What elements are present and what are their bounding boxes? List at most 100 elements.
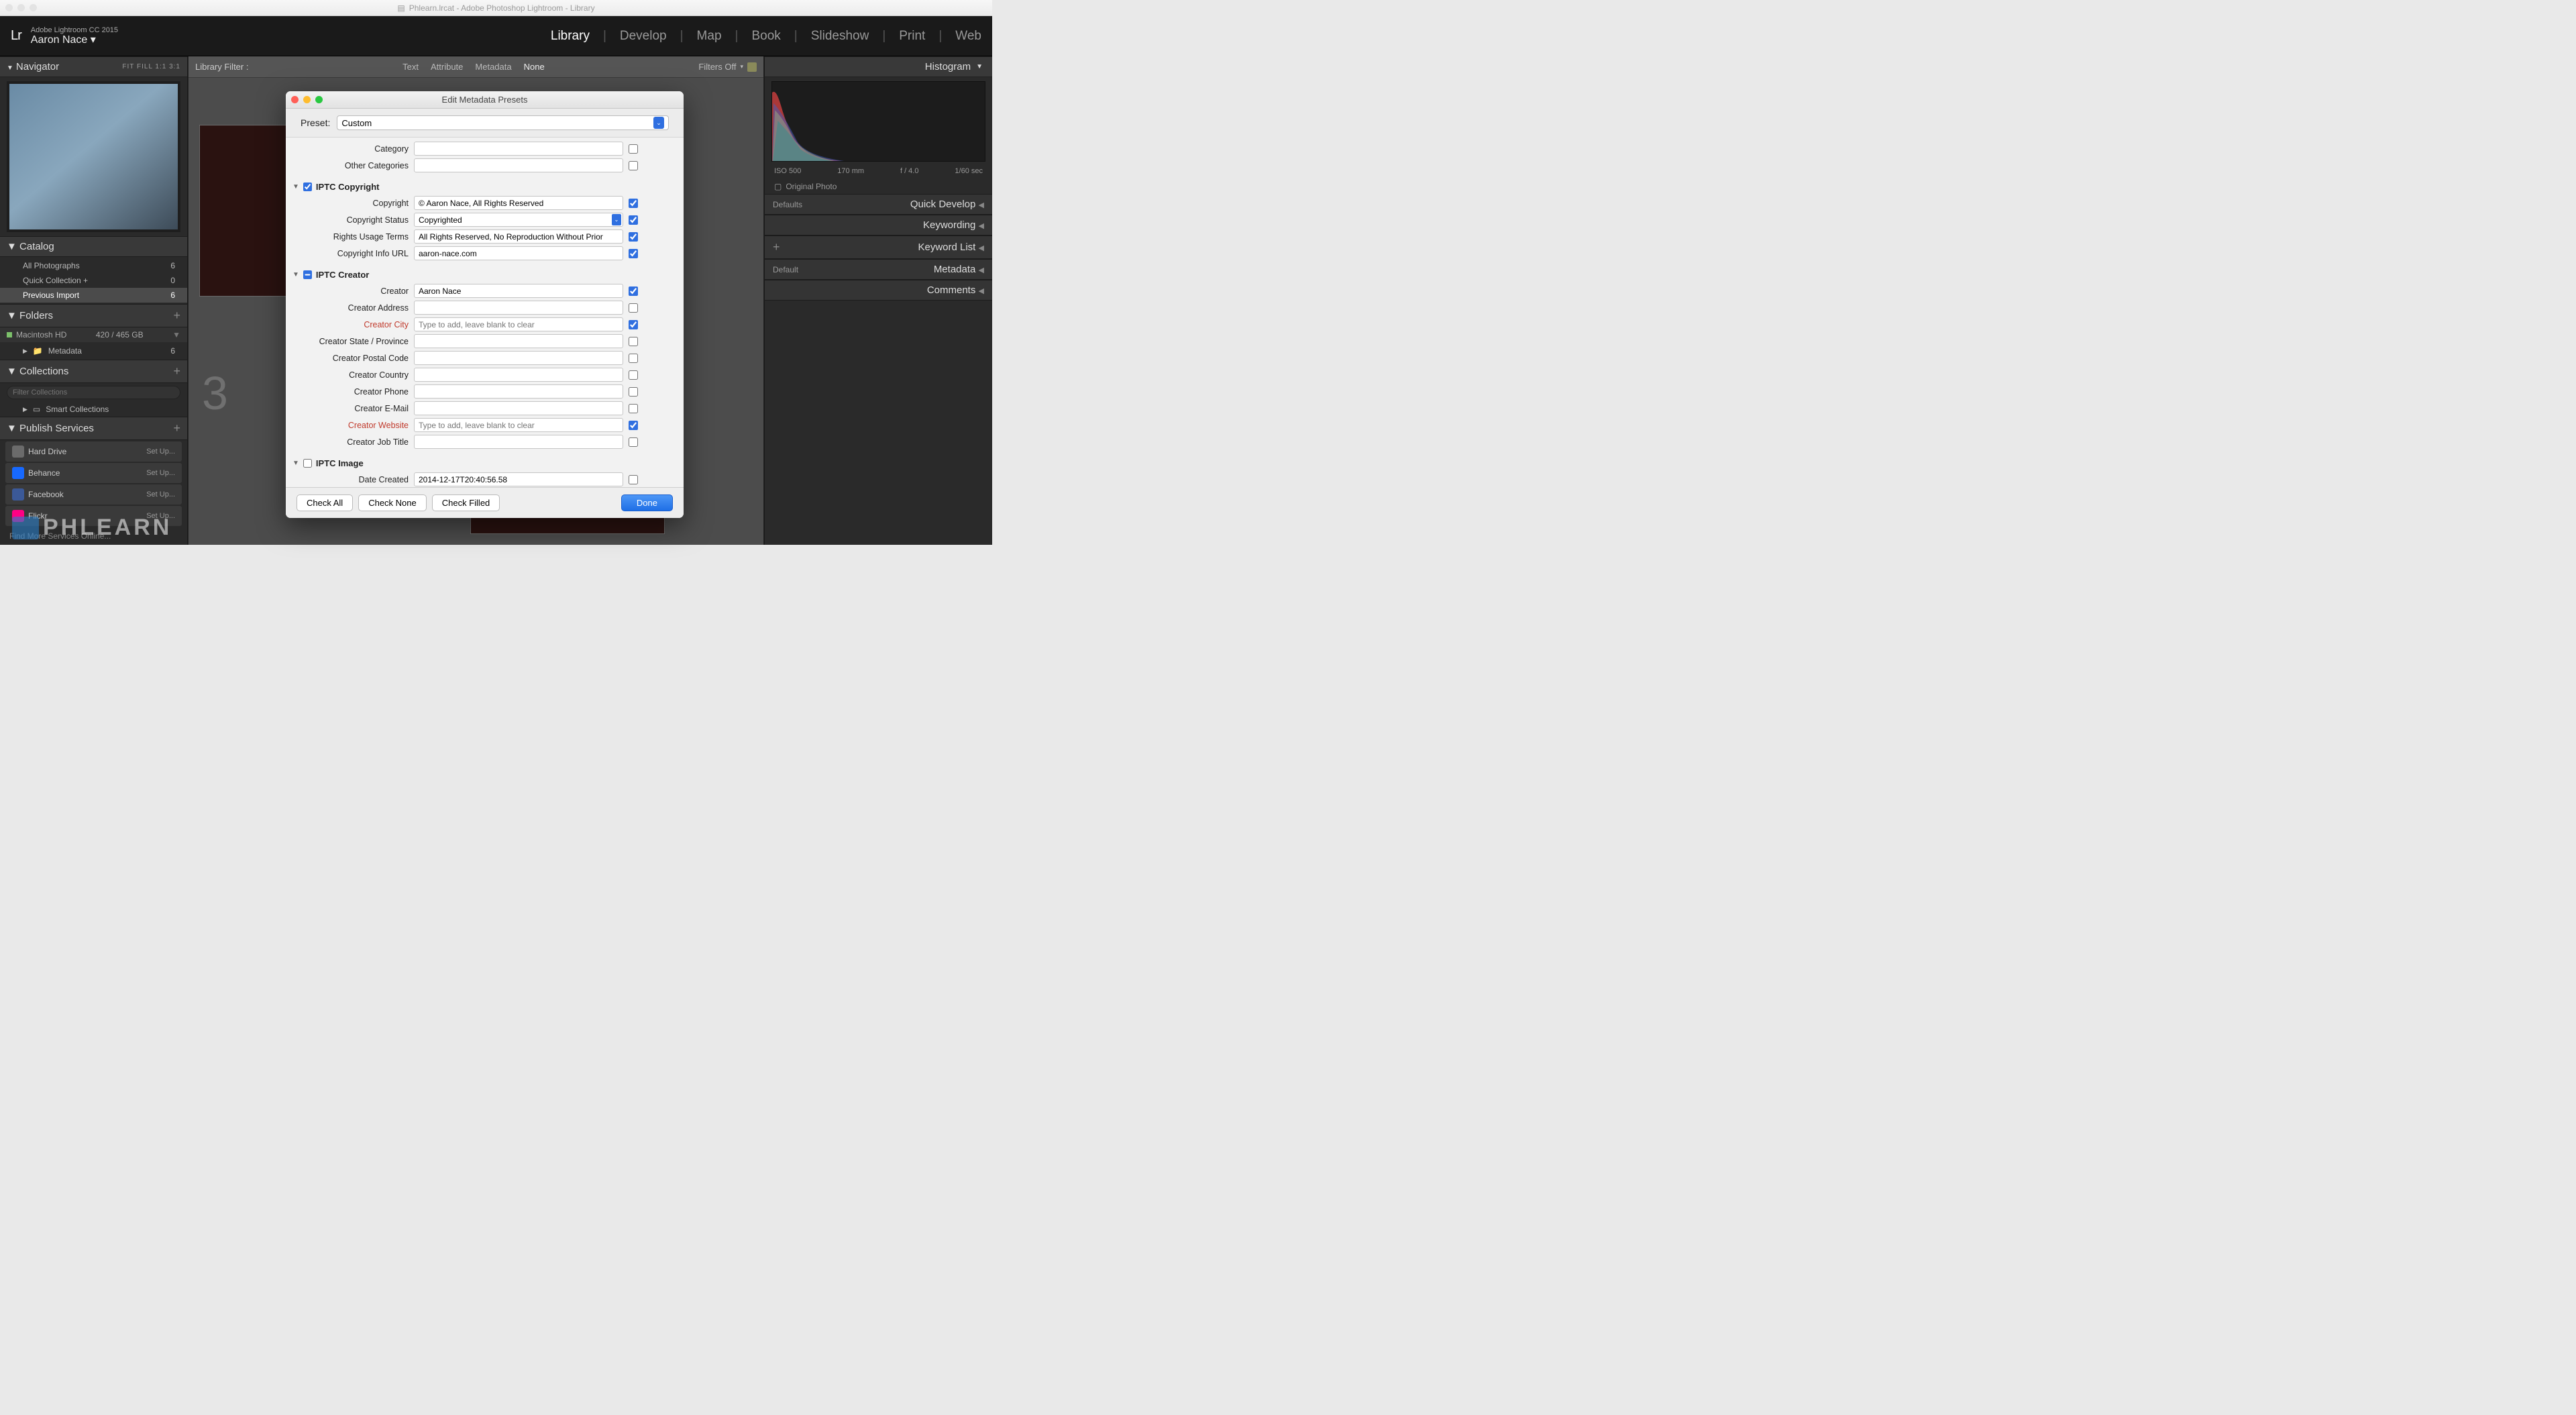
catalog-header[interactable]: ▼ Catalog: [0, 236, 187, 257]
field-input[interactable]: [414, 435, 623, 449]
folder-item[interactable]: ▶📁Metadata6: [0, 344, 187, 358]
field-include-checkbox[interactable]: [629, 421, 638, 430]
module-tab-map[interactable]: Map: [697, 29, 722, 44]
filter-option-none[interactable]: None: [524, 62, 545, 72]
qd-defaults-dropdown[interactable]: Defaults: [773, 200, 802, 209]
module-tab-web[interactable]: Web: [955, 29, 981, 44]
field-select[interactable]: Copyrighted⌄: [414, 213, 623, 227]
field-input[interactable]: [414, 229, 623, 244]
quick-develop-header[interactable]: Defaults Quick Develop ◀: [765, 194, 992, 215]
check-filled-button[interactable]: Check Filled: [432, 494, 500, 511]
field-include-checkbox[interactable]: [629, 232, 638, 242]
publish-header[interactable]: ▼ Publish Services +: [0, 417, 187, 440]
metadata-section-header[interactable]: ▼IPTC Image: [291, 456, 672, 471]
module-tab-develop[interactable]: Develop: [620, 29, 667, 44]
field-input[interactable]: [414, 246, 623, 260]
smart-collections-row[interactable]: ▶▭Smart Collections: [0, 402, 187, 417]
module-tab-book[interactable]: Book: [751, 29, 780, 44]
metadata-section-header[interactable]: ▼IPTC Creator: [291, 267, 672, 282]
field-include-checkbox[interactable]: [629, 370, 638, 380]
chevron-down-icon[interactable]: ▾: [740, 63, 743, 70]
window-minimize-icon[interactable]: [17, 4, 25, 11]
catalog-item[interactable]: Quick Collection +0: [0, 273, 187, 288]
field-input[interactable]: [414, 317, 623, 331]
field-input[interactable]: [414, 351, 623, 365]
filter-option-attribute[interactable]: Attribute: [431, 62, 463, 72]
section-checkbox[interactable]: [303, 459, 312, 468]
volume-row[interactable]: Macintosh HD 420 / 465 GB ▼: [0, 327, 187, 342]
catalog-item[interactable]: Previous Import6: [0, 288, 187, 303]
field-include-checkbox[interactable]: [629, 437, 638, 447]
identity-plate[interactable]: Aaron Nace ▾: [31, 34, 118, 46]
setup-link[interactable]: Set Up...: [146, 448, 175, 456]
field-include-checkbox[interactable]: [629, 199, 638, 208]
field-include-checkbox[interactable]: [629, 387, 638, 397]
comments-header[interactable]: Comments ◀: [765, 280, 992, 301]
setup-link[interactable]: Set Up...: [146, 490, 175, 499]
field-input[interactable]: [414, 142, 623, 156]
check-none-button[interactable]: Check None: [358, 494, 427, 511]
metadata-mode-dropdown[interactable]: Default: [773, 265, 798, 274]
field-include-checkbox[interactable]: [629, 215, 638, 225]
dialog-scroll-body[interactable]: CategoryOther Categories▼IPTC CopyrightC…: [286, 138, 684, 487]
dialog-close-icon[interactable]: [291, 96, 299, 103]
module-tab-library[interactable]: Library: [551, 29, 590, 44]
histogram-header[interactable]: Histogram▼: [765, 56, 992, 77]
navigator-zoom-options[interactable]: FIT FILL 1:1 3:1: [122, 63, 180, 70]
metadata-header[interactable]: Default Metadata ◀: [765, 259, 992, 280]
field-include-checkbox[interactable]: [629, 161, 638, 170]
field-input[interactable]: [414, 334, 623, 348]
catalog-item[interactable]: All Photographs6: [0, 258, 187, 273]
field-include-checkbox[interactable]: [629, 354, 638, 363]
add-publish-icon[interactable]: +: [173, 421, 180, 435]
module-tab-print[interactable]: Print: [899, 29, 925, 44]
field-include-checkbox[interactable]: [629, 303, 638, 313]
lock-icon[interactable]: [747, 62, 757, 72]
metadata-section-header[interactable]: ▼IPTC Copyright: [291, 179, 672, 195]
done-button[interactable]: Done: [621, 494, 673, 511]
publish-service-row[interactable]: BehanceSet Up...: [5, 463, 182, 483]
field-input[interactable]: [414, 368, 623, 382]
field-include-checkbox[interactable]: [629, 286, 638, 296]
field-input[interactable]: [414, 158, 623, 172]
check-all-button[interactable]: Check All: [297, 494, 353, 511]
field-input[interactable]: [414, 401, 623, 415]
add-keyword-icon[interactable]: +: [773, 240, 780, 254]
field-input[interactable]: [414, 301, 623, 315]
navigator-preview[interactable]: [7, 81, 180, 232]
window-close-icon[interactable]: [5, 4, 13, 11]
field-input[interactable]: [414, 196, 623, 210]
section-checkbox[interactable]: [303, 270, 312, 279]
keyword-list-header[interactable]: + Keyword List ◀: [765, 235, 992, 259]
field-include-checkbox[interactable]: [629, 320, 638, 329]
field-include-checkbox[interactable]: [629, 249, 638, 258]
publish-service-row[interactable]: FacebookSet Up...: [5, 484, 182, 505]
field-input[interactable]: [414, 284, 623, 298]
field-input[interactable]: [414, 418, 623, 432]
module-tab-slideshow[interactable]: Slideshow: [811, 29, 869, 44]
preset-dropdown[interactable]: Custom ⌄: [337, 115, 669, 130]
folders-header[interactable]: ▼ Folders +: [0, 304, 187, 327]
keywording-header[interactable]: Keywording ◀: [765, 215, 992, 235]
add-folder-icon[interactable]: +: [173, 309, 180, 323]
window-zoom-icon[interactable]: [30, 4, 37, 11]
field-include-checkbox[interactable]: [629, 404, 638, 413]
field-input[interactable]: [414, 472, 623, 486]
dialog-minimize-icon[interactable]: [303, 96, 311, 103]
collections-header[interactable]: ▼ Collections +: [0, 360, 187, 383]
original-photo-row[interactable]: ▢Original Photo: [765, 179, 992, 194]
section-checkbox[interactable]: [303, 182, 312, 191]
dialog-zoom-icon[interactable]: [315, 96, 323, 103]
add-collection-icon[interactable]: +: [173, 364, 180, 378]
field-input[interactable]: [414, 384, 623, 399]
filter-collections-input[interactable]: [7, 386, 180, 399]
navigator-header[interactable]: ▼Navigator FIT FILL 1:1 3:1: [0, 56, 187, 77]
filter-option-metadata[interactable]: Metadata: [475, 62, 511, 72]
field-include-checkbox[interactable]: [629, 337, 638, 346]
field-include-checkbox[interactable]: [629, 475, 638, 484]
field-include-checkbox[interactable]: [629, 144, 638, 154]
setup-link[interactable]: Set Up...: [146, 469, 175, 477]
chevron-down-icon[interactable]: ▼: [172, 330, 180, 339]
publish-service-row[interactable]: Hard DriveSet Up...: [5, 441, 182, 462]
filters-off-label[interactable]: Filters Off: [698, 62, 736, 72]
